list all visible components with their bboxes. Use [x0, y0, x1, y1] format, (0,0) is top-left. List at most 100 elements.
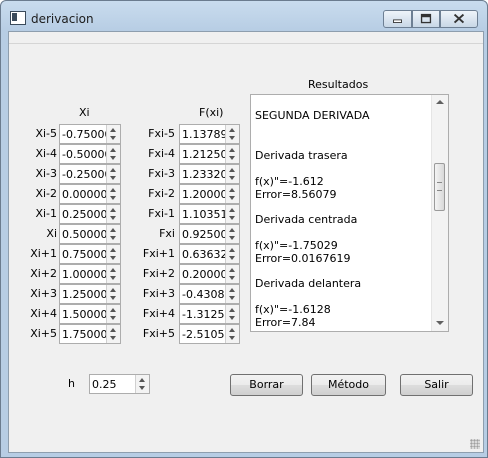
- metodo-button[interactable]: Método: [311, 374, 386, 396]
- spin-down-icon[interactable]: [110, 336, 116, 340]
- fxi-spin-arrows[interactable]: [225, 165, 239, 183]
- spin-down-icon[interactable]: [110, 256, 116, 260]
- xi-spin-arrows[interactable]: [106, 225, 120, 243]
- spin-down-icon[interactable]: [110, 136, 116, 140]
- h-spinbox[interactable]: 0.25: [89, 374, 150, 394]
- fxi-input[interactable]: 0.92500: [179, 224, 240, 244]
- minimize-button[interactable]: [383, 10, 412, 28]
- h-spin-arrows[interactable]: [135, 375, 149, 393]
- spin-down-icon[interactable]: [229, 216, 235, 220]
- spin-up-icon[interactable]: [110, 308, 116, 312]
- spin-up-icon[interactable]: [229, 208, 235, 212]
- fxi-spin-arrows[interactable]: [225, 305, 239, 323]
- xi-input[interactable]: 0.00000: [59, 184, 121, 204]
- scroll-up-icon[interactable]: [436, 100, 444, 104]
- fxi-spin-arrows[interactable]: [225, 265, 239, 283]
- spin-up-icon[interactable]: [110, 288, 116, 292]
- spin-down-icon[interactable]: [229, 296, 235, 300]
- scroll-thumb[interactable]: [434, 163, 445, 211]
- fxi-input[interactable]: 1.21250: [179, 144, 240, 164]
- spin-up-icon[interactable]: [229, 268, 235, 272]
- spin-up-icon[interactable]: [110, 228, 116, 232]
- spin-up-icon[interactable]: [139, 378, 145, 382]
- xi-input[interactable]: -0.50000: [59, 144, 121, 164]
- spin-up-icon[interactable]: [110, 248, 116, 252]
- xi-spin-arrows[interactable]: [106, 125, 120, 143]
- spin-up-icon[interactable]: [229, 168, 235, 172]
- spin-up-icon[interactable]: [229, 308, 235, 312]
- results-textarea[interactable]: SEGUNDA DERIVADA Derivada trasera f(x)"=…: [250, 94, 449, 332]
- fxi-spin-arrows[interactable]: [225, 185, 239, 203]
- fxi-spin-arrows[interactable]: [225, 285, 239, 303]
- spin-down-icon[interactable]: [229, 336, 235, 340]
- xi-spin-arrows[interactable]: [106, 205, 120, 223]
- spin-down-icon[interactable]: [110, 276, 116, 280]
- fxi-input[interactable]: -2.51050: [179, 324, 240, 344]
- fxi-input[interactable]: 0.63632: [179, 244, 240, 264]
- spin-up-icon[interactable]: [229, 328, 235, 332]
- fxi-spin-arrows[interactable]: [225, 325, 239, 343]
- fxi-input[interactable]: 1.23320: [179, 164, 240, 184]
- spin-up-icon[interactable]: [110, 168, 116, 172]
- close-button[interactable]: [440, 10, 478, 28]
- spin-up-icon[interactable]: [110, 148, 116, 152]
- scroll-down-icon[interactable]: [436, 321, 444, 325]
- fxi-input[interactable]: 1.13789: [179, 124, 240, 144]
- xi-spin-arrows[interactable]: [106, 325, 120, 343]
- fxi-input[interactable]: -0.43080: [179, 284, 240, 304]
- spin-down-icon[interactable]: [110, 236, 116, 240]
- xi-spin-arrows[interactable]: [106, 165, 120, 183]
- title-bar[interactable]: derivacion: [1, 1, 487, 31]
- spin-down-icon[interactable]: [229, 316, 235, 320]
- fxi-spin-arrows[interactable]: [225, 245, 239, 263]
- spin-down-icon[interactable]: [110, 316, 116, 320]
- spin-up-icon[interactable]: [229, 128, 235, 132]
- spin-up-icon[interactable]: [229, 228, 235, 232]
- borrar-button[interactable]: Borrar: [230, 374, 303, 396]
- xi-input[interactable]: 1.25000: [59, 284, 121, 304]
- fxi-spin-arrows[interactable]: [225, 145, 239, 163]
- xi-input[interactable]: 0.25000: [59, 204, 121, 224]
- xi-input[interactable]: 1.00000: [59, 264, 121, 284]
- spin-down-icon[interactable]: [110, 176, 116, 180]
- salir-button[interactable]: Salir: [400, 374, 473, 396]
- xi-input[interactable]: 0.50000: [59, 224, 121, 244]
- fxi-spin-arrows[interactable]: [225, 205, 239, 223]
- fxi-spin-arrows[interactable]: [225, 225, 239, 243]
- spin-down-icon[interactable]: [229, 136, 235, 140]
- fxi-input[interactable]: 0.20000: [179, 264, 240, 284]
- spin-up-icon[interactable]: [110, 128, 116, 132]
- xi-input[interactable]: 1.75000: [59, 324, 121, 344]
- spin-up-icon[interactable]: [110, 268, 116, 272]
- fxi-input[interactable]: 1.20000: [179, 184, 240, 204]
- xi-input[interactable]: -0.75000: [59, 124, 121, 144]
- spin-up-icon[interactable]: [229, 148, 235, 152]
- xi-spin-arrows[interactable]: [106, 265, 120, 283]
- xi-spin-arrows[interactable]: [106, 145, 120, 163]
- results-scrollbar[interactable]: [431, 95, 448, 331]
- spin-down-icon[interactable]: [229, 256, 235, 260]
- xi-spin-arrows[interactable]: [106, 305, 120, 323]
- xi-spin-arrows[interactable]: [106, 185, 120, 203]
- xi-input[interactable]: 0.75000: [59, 244, 121, 264]
- spin-down-icon[interactable]: [229, 276, 235, 280]
- spin-down-icon[interactable]: [110, 196, 116, 200]
- spin-down-icon[interactable]: [229, 156, 235, 160]
- spin-up-icon[interactable]: [229, 288, 235, 292]
- fxi-input[interactable]: -1.31250: [179, 304, 240, 324]
- spin-up-icon[interactable]: [110, 208, 116, 212]
- spin-down-icon[interactable]: [110, 296, 116, 300]
- fxi-input[interactable]: 1.10351: [179, 204, 240, 224]
- spin-down-icon[interactable]: [229, 236, 235, 240]
- xi-spin-arrows[interactable]: [106, 285, 120, 303]
- maximize-button[interactable]: [412, 10, 440, 28]
- xi-spin-arrows[interactable]: [106, 245, 120, 263]
- spin-down-icon[interactable]: [110, 216, 116, 220]
- resize-grip[interactable]: [470, 439, 480, 449]
- spin-down-icon[interactable]: [229, 176, 235, 180]
- spin-up-icon[interactable]: [110, 188, 116, 192]
- spin-down-icon[interactable]: [110, 156, 116, 160]
- xi-input[interactable]: 1.50000: [59, 304, 121, 324]
- fxi-spin-arrows[interactable]: [225, 125, 239, 143]
- spin-down-icon[interactable]: [229, 196, 235, 200]
